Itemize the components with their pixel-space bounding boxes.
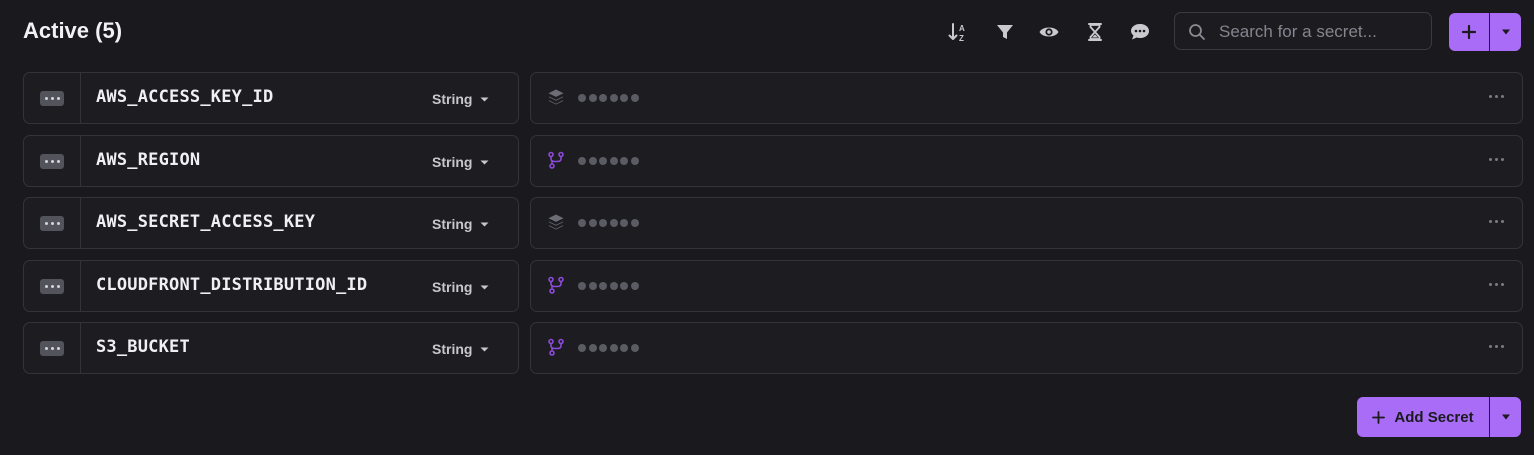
- svg-text:Z: Z: [959, 34, 964, 43]
- caret-down-icon: [480, 285, 489, 289]
- comment-icon[interactable]: [1128, 20, 1152, 44]
- caret-down-icon: [480, 160, 489, 164]
- secret-key-name[interactable]: AWS_SECRET_ACCESS_KEY: [96, 212, 315, 232]
- add-secret-label: Add Secret: [1394, 408, 1474, 426]
- page-title: Active (5): [23, 18, 123, 43]
- secret-type-label: String: [432, 341, 473, 357]
- secret-row: AWS_REGION String: [23, 135, 1523, 187]
- secret-key-cell: CLOUDFRONT_DISTRIBUTION_ID String: [23, 260, 519, 312]
- search-box[interactable]: [1174, 12, 1432, 50]
- secret-type-label: String: [432, 91, 473, 107]
- secret-value-cell[interactable]: [530, 260, 1523, 312]
- branch-icon: [547, 276, 565, 294]
- secret-type-select[interactable]: String: [432, 89, 489, 109]
- secret-value-cell[interactable]: [530, 72, 1523, 124]
- hourglass-icon[interactable]: [1083, 20, 1107, 44]
- drag-handle-icon[interactable]: [24, 323, 81, 373]
- secret-key-cell: AWS_SECRET_ACCESS_KEY String: [23, 197, 519, 249]
- masked-value[interactable]: [578, 94, 639, 102]
- plus-icon: [1372, 410, 1386, 424]
- secret-value-cell[interactable]: [530, 322, 1523, 374]
- eye-icon[interactable]: [1037, 20, 1061, 44]
- masked-value[interactable]: [578, 157, 639, 165]
- secret-value-cell[interactable]: [530, 197, 1523, 249]
- add-secret-options-dropdown[interactable]: [1490, 397, 1521, 437]
- caret-down-icon: [1501, 29, 1510, 35]
- add-button[interactable]: [1449, 13, 1489, 51]
- secret-type-select[interactable]: String: [432, 152, 489, 172]
- add-secret-button-group: Add Secret: [1357, 397, 1521, 437]
- secret-type-label: String: [432, 154, 473, 170]
- search-icon: [1188, 23, 1206, 46]
- secret-row: AWS_ACCESS_KEY_ID String: [23, 72, 1523, 124]
- more-options-icon[interactable]: [1489, 95, 1504, 98]
- secret-type-select[interactable]: String: [432, 214, 489, 234]
- secret-type-select[interactable]: String: [432, 277, 489, 297]
- secret-key-cell: AWS_ACCESS_KEY_ID String: [23, 72, 519, 124]
- secret-value-cell[interactable]: [530, 135, 1523, 187]
- caret-down-icon: [1501, 414, 1510, 420]
- more-options-icon[interactable]: [1489, 220, 1504, 223]
- branch-icon: [547, 151, 565, 169]
- secret-key-cell: S3_BUCKET String: [23, 322, 519, 374]
- secret-key-name[interactable]: AWS_ACCESS_KEY_ID: [96, 87, 273, 107]
- drag-handle-icon[interactable]: [24, 198, 81, 248]
- sort-az-icon[interactable]: A Z: [946, 20, 970, 44]
- search-input[interactable]: [1217, 20, 1426, 44]
- caret-down-icon: [480, 222, 489, 226]
- layers-icon: [547, 88, 565, 106]
- secrets-header: Active (5) A Z: [0, 0, 1534, 64]
- masked-value[interactable]: [578, 282, 639, 290]
- secret-row: CLOUDFRONT_DISTRIBUTION_ID String: [23, 260, 1523, 312]
- secret-key-name[interactable]: S3_BUCKET: [96, 337, 190, 357]
- add-options-dropdown[interactable]: [1490, 13, 1521, 51]
- branch-icon: [547, 338, 565, 356]
- masked-value[interactable]: [578, 344, 639, 352]
- drag-handle-icon[interactable]: [24, 136, 81, 186]
- add-button-group: [1449, 13, 1521, 51]
- secret-key-cell: AWS_REGION String: [23, 135, 519, 187]
- secret-type-label: String: [432, 216, 473, 232]
- add-secret-button[interactable]: Add Secret: [1357, 397, 1489, 437]
- more-options-icon[interactable]: [1489, 283, 1504, 286]
- caret-down-icon: [480, 347, 489, 351]
- layers-icon: [547, 213, 565, 231]
- filter-icon[interactable]: [993, 20, 1017, 44]
- secret-row: AWS_SECRET_ACCESS_KEY String: [23, 197, 1523, 249]
- caret-down-icon: [480, 97, 489, 101]
- drag-handle-icon[interactable]: [24, 261, 81, 311]
- more-options-icon[interactable]: [1489, 345, 1504, 348]
- drag-handle-icon[interactable]: [24, 73, 81, 123]
- secret-row: S3_BUCKET String: [23, 322, 1523, 374]
- svg-text:A: A: [959, 24, 965, 33]
- secret-key-name[interactable]: AWS_REGION: [96, 150, 200, 170]
- secret-type-label: String: [432, 279, 473, 295]
- more-options-icon[interactable]: [1489, 158, 1504, 161]
- secret-type-select[interactable]: String: [432, 339, 489, 359]
- masked-value[interactable]: [578, 219, 639, 227]
- secret-key-name[interactable]: CLOUDFRONT_DISTRIBUTION_ID: [96, 275, 367, 295]
- plus-icon: [1461, 24, 1477, 40]
